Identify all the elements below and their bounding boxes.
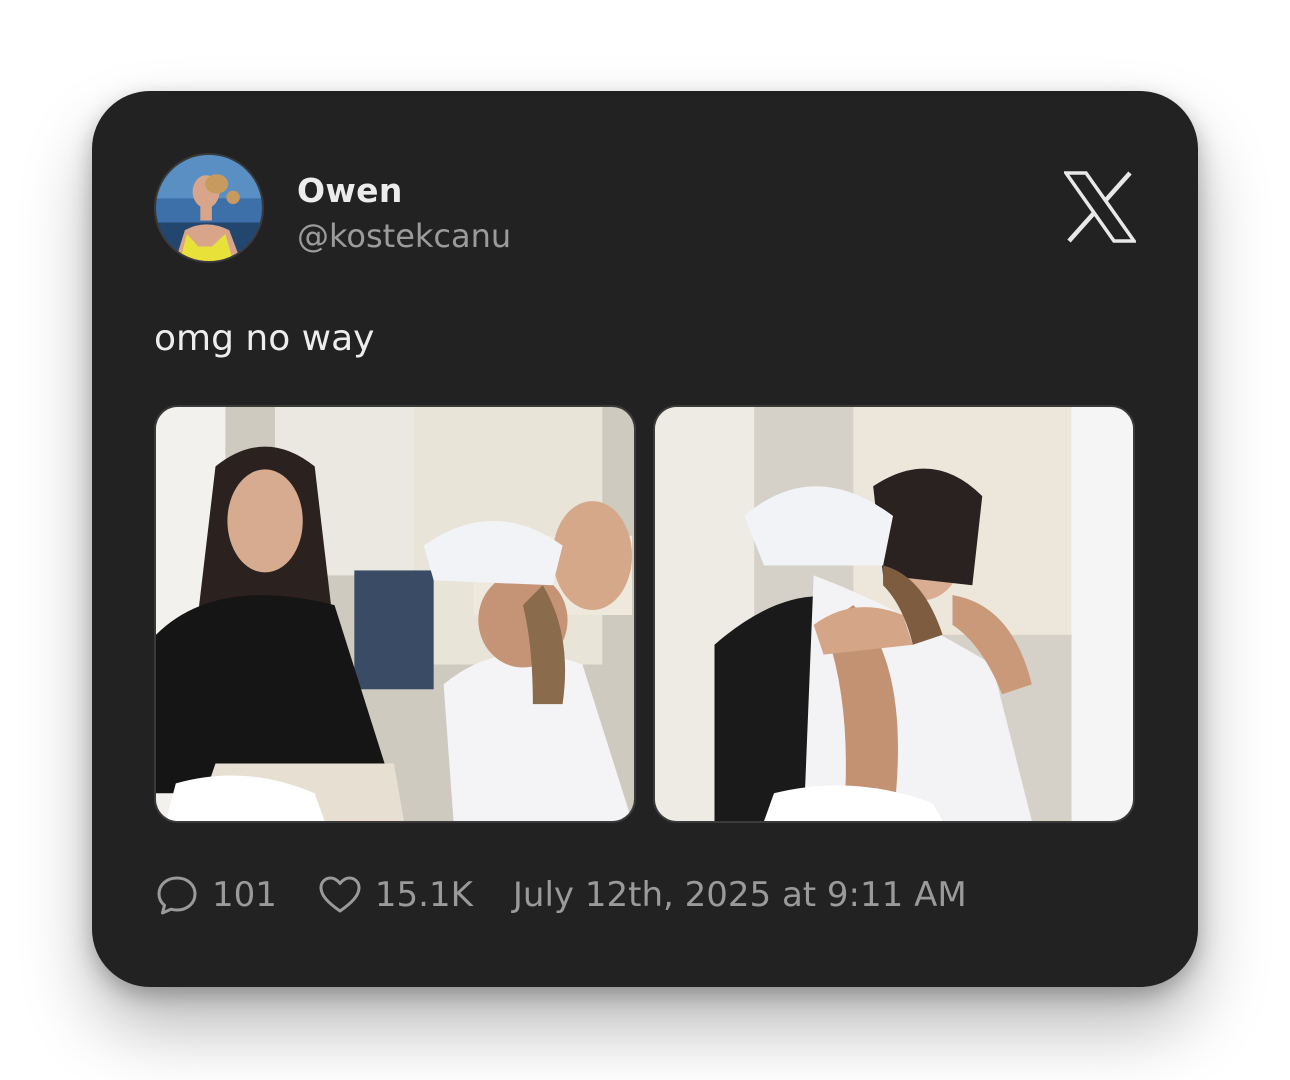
photo-icon (156, 407, 634, 821)
reply-bubble-icon (157, 876, 197, 915)
tweet-footer: 101 15.1K July 12th, 2025 at 9:11 AM (154, 871, 967, 919)
timestamp[interactable]: July 12th, 2025 at 9:11 AM (513, 875, 967, 915)
avatar[interactable] (154, 153, 264, 263)
tweet-text: omg no way (154, 318, 375, 359)
photo-icon (655, 407, 1133, 821)
reply-count[interactable]: 101 (154, 872, 277, 918)
author-name[interactable]: Owen (297, 171, 403, 210)
tweet-photo-1[interactable] (154, 405, 636, 823)
tweet-photo-2[interactable] (653, 405, 1135, 823)
like-count-value: 15.1K (374, 875, 473, 915)
like-count[interactable]: 15.1K (317, 872, 473, 918)
avatar-photo (156, 155, 262, 261)
tweet-card: Owen @kostekcanu omg no way 101 15.1K Ju… (92, 91, 1198, 987)
author-handle[interactable]: @kostekcanu (297, 217, 511, 255)
x-logo-icon[interactable] (1064, 171, 1136, 243)
heart-icon (319, 876, 361, 913)
reply-count-value: 101 (212, 875, 277, 915)
